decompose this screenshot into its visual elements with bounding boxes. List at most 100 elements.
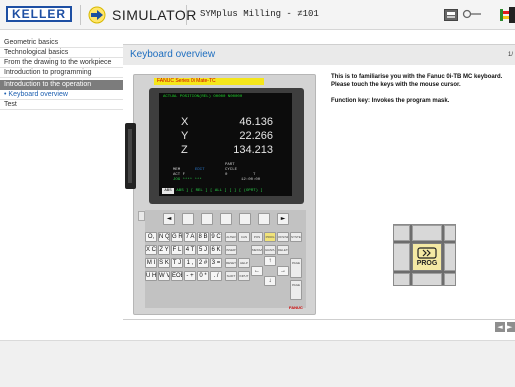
key-t[interactable]: T J bbox=[171, 258, 183, 268]
key-arrow-right[interactable]: → bbox=[277, 266, 289, 276]
prog-key-zoom: PROG bbox=[393, 224, 456, 286]
key-arrow-down[interactable]: ↓ bbox=[264, 276, 276, 286]
screen-heading: ACTUAL POSITION(REL) O0000 N00000 bbox=[163, 95, 243, 99]
axis-y-label: Y bbox=[181, 130, 189, 142]
key-dot[interactable]: . / bbox=[210, 271, 222, 281]
axis-y-value: 22.266 bbox=[239, 130, 273, 142]
card-slot-inner bbox=[128, 129, 132, 183]
key-minus[interactable]: - + bbox=[184, 271, 196, 281]
key-system[interactable]: SYSTEM bbox=[290, 232, 302, 242]
cnc-control-panel: FANUC Series 0i Mate-TC ACTUAL POSITION(… bbox=[125, 74, 316, 315]
key-0[interactable]: 0 * bbox=[197, 271, 209, 281]
key-arrow-up[interactable]: ↑ bbox=[264, 256, 276, 266]
arrow-right-icon[interactable] bbox=[86, 6, 108, 24]
softkey-labels: ABS ] [ REL ] [ ALL ] [ ] [ (OPRT) ] bbox=[176, 189, 263, 193]
application-window: KELLER SIMULATOR SYMplus Milling - ≠101 … bbox=[0, 0, 515, 387]
key-1[interactable]: 1 , bbox=[184, 258, 196, 268]
clock: 12:00:00 bbox=[241, 178, 261, 182]
key-m[interactable]: M I bbox=[145, 258, 157, 268]
function-key-text: Function key: Invokes the program mask. bbox=[331, 98, 450, 104]
prog-key[interactable]: PROG bbox=[412, 243, 442, 271]
page-flip-key[interactable] bbox=[138, 211, 145, 221]
print-icon[interactable] bbox=[444, 9, 458, 21]
keller-logo: KELLER bbox=[6, 6, 72, 22]
document-title: SYMplus Milling - ≠101 bbox=[200, 9, 319, 19]
softkey-left[interactable]: ◄ bbox=[163, 213, 175, 225]
axis-x-label: X bbox=[181, 116, 189, 128]
zoom-key bbox=[394, 273, 410, 285]
key-delete[interactable]: DELETE bbox=[277, 245, 289, 255]
search-icon[interactable] bbox=[462, 8, 482, 22]
app-title: SIMULATOR bbox=[112, 7, 197, 23]
key-alter[interactable]: ALTER bbox=[225, 232, 237, 242]
key-s[interactable]: S K bbox=[158, 258, 170, 268]
softkey-abs[interactable]: ABS bbox=[162, 188, 174, 194]
key-arrow-left[interactable]: ← bbox=[251, 266, 263, 276]
exit-icon[interactable] bbox=[500, 7, 515, 23]
next-page-button[interactable]: ► bbox=[507, 322, 515, 332]
status-line: JOG **** *** bbox=[173, 178, 202, 182]
key-2[interactable]: 2 # bbox=[197, 258, 209, 268]
key-5[interactable]: 5 J bbox=[197, 245, 209, 255]
softkey-1[interactable] bbox=[182, 213, 194, 225]
nav-item-test[interactable]: Test bbox=[0, 100, 123, 110]
key-n[interactable]: N Q bbox=[158, 232, 170, 242]
softkey-right[interactable]: ► bbox=[277, 213, 289, 225]
page-title: Keyboard overview bbox=[130, 49, 216, 60]
key-x[interactable]: X C bbox=[145, 245, 157, 255]
nav-item-intro-operation[interactable]: Introduction to the operation bbox=[0, 80, 123, 90]
key-o[interactable]: O, bbox=[145, 232, 157, 242]
axis-z-value: 134.213 bbox=[233, 144, 273, 156]
instruction-text: This is to familiarise you with the Fanu… bbox=[331, 74, 503, 88]
key-prog[interactable]: PROG bbox=[264, 232, 276, 242]
nav-item-drawing-to-workpiece[interactable]: From the drawing to the workpiece bbox=[0, 58, 123, 68]
key-message[interactable]: MESSAGE bbox=[251, 245, 263, 255]
key-insert[interactable]: INSERT bbox=[225, 245, 237, 255]
axis-z-label: Z bbox=[181, 144, 188, 156]
key-f[interactable]: F L bbox=[171, 245, 183, 255]
key-3[interactable]: 3 = bbox=[210, 258, 222, 268]
softkey-3[interactable] bbox=[220, 213, 232, 225]
key-reset[interactable]: RESET bbox=[225, 258, 237, 268]
key-4[interactable]: 4 T bbox=[184, 245, 196, 255]
key-6[interactable]: 6 K bbox=[210, 245, 222, 255]
zoom-key bbox=[444, 243, 455, 271]
key-help[interactable]: HELP bbox=[238, 258, 250, 268]
previous-page-button[interactable]: ◄ bbox=[495, 322, 505, 332]
softkey-5[interactable] bbox=[258, 213, 270, 225]
logo-text: KELLER bbox=[12, 7, 66, 21]
zoom-key bbox=[444, 273, 455, 285]
description-text: This is to familiarise you with the Fanu… bbox=[331, 73, 511, 113]
sidebar-navigation: Geometric basics Technological basics Fr… bbox=[0, 34, 123, 340]
softkey-4[interactable] bbox=[239, 213, 251, 225]
key-page-up[interactable]: PAGE bbox=[290, 258, 302, 278]
key-offset-setting[interactable]: OFS/SET bbox=[277, 232, 289, 242]
key-shift[interactable]: SHIFT bbox=[225, 271, 237, 281]
key-8[interactable]: 8 B bbox=[197, 232, 209, 242]
nav-item-intro-programming[interactable]: Introduction to programming bbox=[0, 68, 123, 78]
key-7[interactable]: 7 A bbox=[184, 232, 196, 242]
key-eob[interactable]: EOB bbox=[171, 271, 183, 281]
header-bar: KELLER SIMULATOR SYMplus Milling - ≠101 bbox=[0, 0, 515, 30]
key-input[interactable]: INPUT bbox=[238, 271, 250, 281]
softkey-2[interactable] bbox=[201, 213, 213, 225]
control-model-label: FANUC Series 0i Mate-TC bbox=[154, 78, 264, 85]
key-u[interactable]: U H bbox=[145, 271, 157, 281]
key-can[interactable]: CAN bbox=[238, 232, 250, 242]
key-page-down[interactable]: PAGE bbox=[290, 280, 302, 300]
key-w[interactable]: W V bbox=[158, 271, 170, 281]
zoom-key bbox=[394, 225, 410, 241]
key-9[interactable]: 9 C bbox=[210, 232, 222, 242]
key-graph[interactable]: GRAPH bbox=[264, 245, 276, 255]
footer-area bbox=[0, 340, 515, 387]
softkey-row: ABS ABS ] [ REL ] [ ALL ] [ ] [ (OPRT) ] bbox=[162, 188, 289, 194]
key-g[interactable]: G R bbox=[171, 232, 183, 242]
axis-x-value: 46.136 bbox=[239, 116, 273, 128]
zoom-key bbox=[444, 225, 455, 241]
nav-item-geometric-basics[interactable]: Geometric basics bbox=[0, 38, 123, 48]
memory-card-slot bbox=[125, 123, 136, 189]
nav-item-technological-basics[interactable]: Technological basics bbox=[0, 48, 123, 58]
nav-item-keyboard-overview[interactable]: • Keyboard overview bbox=[0, 90, 123, 100]
key-z[interactable]: Z Y bbox=[158, 245, 170, 255]
key-pos[interactable]: POS bbox=[251, 232, 263, 242]
